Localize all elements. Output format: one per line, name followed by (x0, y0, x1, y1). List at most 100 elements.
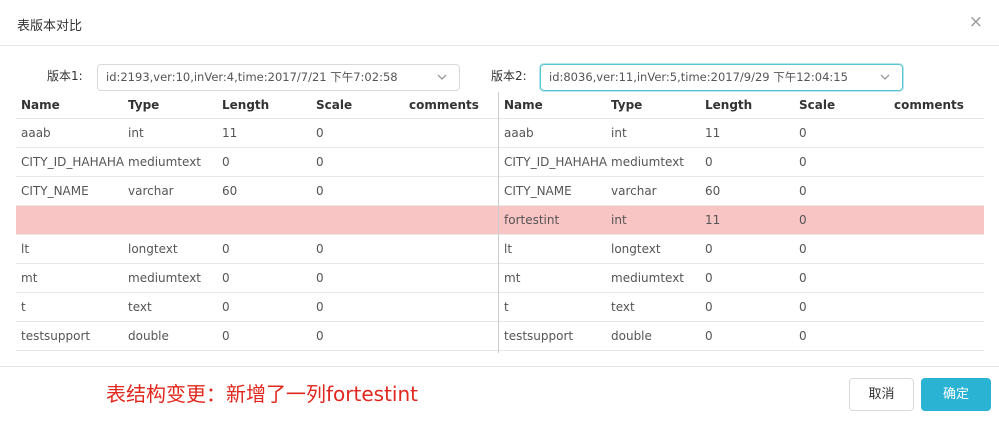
column-header-length: Length (222, 98, 270, 112)
column-header-type: Type (611, 98, 643, 112)
cell-scale: 0 (799, 184, 807, 198)
cell-scale: 0 (799, 126, 807, 140)
table-row (16, 206, 498, 235)
chevron-down-icon (880, 65, 892, 90)
cell-length: 0 (222, 242, 230, 256)
cell-name: aaab (21, 126, 51, 140)
cell-type: int (611, 126, 627, 140)
table-row: testsupport double 0 0 (16, 322, 498, 351)
cancel-button[interactable]: 取消 (849, 378, 914, 411)
cell-name: CITY_NAME (21, 184, 89, 198)
cell-name: mt (504, 271, 521, 285)
version-compare-dialog: 表版本对比 × 版本1: id:2193,ver:10,inVer:4,time… (0, 0, 999, 421)
cell-scale: 0 (799, 300, 807, 314)
cell-type: int (611, 213, 627, 227)
table-row: fortestint int 11 0 (499, 206, 984, 235)
table-row: aaab int 11 0 (499, 119, 984, 148)
cell-scale: 0 (316, 184, 324, 198)
cell-name: fortestint (504, 213, 560, 227)
cell-scale: 0 (799, 155, 807, 169)
cell-type: text (128, 300, 152, 314)
cell-length: 11 (705, 126, 721, 140)
cell-length: 0 (705, 155, 713, 169)
cell-type: int (128, 126, 144, 140)
table-row: t text 0 0 (499, 293, 984, 322)
cell-scale: 0 (316, 155, 324, 169)
dialog-title: 表版本对比 (17, 19, 83, 34)
cell-type: mediumtext (611, 155, 685, 169)
right-version-table: Name Type Length Scale comments aaab int 11 0 CIT… (499, 92, 984, 351)
table-row: mt mediumtext 0 0 (499, 264, 984, 293)
cell-scale: 0 (799, 271, 807, 285)
cell-length: 60 (222, 184, 238, 198)
cell-scale: 0 (316, 242, 324, 256)
close-icon[interactable]: × (969, 12, 983, 32)
cell-scale: 0 (316, 271, 324, 285)
cell-type: varchar (611, 184, 657, 198)
table-row: lt longtext 0 0 (16, 235, 498, 264)
cell-type: mediumtext (611, 271, 685, 285)
cell-scale: 0 (316, 126, 324, 140)
cell-length: 0 (222, 300, 230, 314)
cell-type: double (128, 329, 169, 343)
cell-length: 11 (705, 213, 721, 227)
cell-scale: 0 (316, 300, 324, 314)
table-row: CITY_NAME varchar 60 0 (16, 177, 498, 206)
column-header-comments: comments (409, 98, 479, 112)
cell-name: aaab (504, 126, 534, 140)
column-header-type: Type (128, 98, 160, 112)
cell-scale: 0 (316, 329, 324, 343)
version1-select[interactable]: id:2193,ver:10,inVer:4,time:2017/7/21 下午… (97, 64, 460, 91)
table-row: testsupport double 0 0 (499, 322, 984, 351)
cell-scale: 0 (799, 242, 807, 256)
cell-type: text (611, 300, 635, 314)
version1-select-value: id:2193,ver:10,inVer:4,time:2017/7/21 下午… (106, 70, 398, 84)
cell-length: 0 (222, 155, 230, 169)
cell-length: 11 (222, 126, 238, 140)
cell-type: longtext (128, 242, 178, 256)
cell-name: CITY_ID_HAHAHA (504, 155, 608, 169)
table-row: mt mediumtext 0 0 (16, 264, 498, 293)
cell-name: testsupport (504, 329, 574, 343)
cell-length: 0 (705, 271, 713, 285)
table-row: CITY_ID_HAHAHA mediumtext 0 0 (499, 148, 984, 177)
table-header-row: Name Type Length Scale comments (499, 92, 984, 119)
cell-type: mediumtext (128, 271, 202, 285)
cell-name: CITY_ID_HAHAHA (21, 155, 125, 169)
cell-type: double (611, 329, 652, 343)
cell-name: mt (21, 271, 38, 285)
version2-select[interactable]: id:8036,ver:11,inVer:5,time:2017/9/29 下午… (540, 64, 903, 91)
cell-length: 0 (222, 329, 230, 343)
cell-scale: 0 (799, 329, 807, 343)
cell-length: 60 (705, 184, 721, 198)
column-header-scale: Scale (799, 98, 836, 112)
column-header-length: Length (705, 98, 753, 112)
table-row: CITY_NAME varchar 60 0 (499, 177, 984, 206)
cell-length: 0 (705, 329, 713, 343)
dialog-header: 表版本对比 × (0, 0, 999, 46)
column-header-scale: Scale (316, 98, 353, 112)
cell-scale: 0 (799, 213, 807, 227)
version1-label: 版本1: (47, 69, 83, 83)
table-row: aaab int 11 0 (16, 119, 498, 148)
cell-name: CITY_NAME (504, 184, 572, 198)
column-header-comments: comments (894, 98, 964, 112)
ok-button[interactable]: 确定 (921, 378, 991, 411)
cell-name: testsupport (21, 329, 91, 343)
cell-type: longtext (611, 242, 661, 256)
column-header-name: Name (504, 98, 543, 112)
cell-name: lt (504, 242, 513, 256)
cell-name: lt (21, 242, 30, 256)
table-header-row: Name Type Length Scale comments (16, 92, 498, 119)
left-version-table: Name Type Length Scale comments aaab int 11 0 CIT… (16, 92, 498, 351)
chevron-down-icon (437, 65, 449, 90)
cell-length: 0 (222, 271, 230, 285)
cell-length: 0 (705, 242, 713, 256)
cell-length: 0 (705, 300, 713, 314)
version2-select-value: id:8036,ver:11,inVer:5,time:2017/9/29 下午… (549, 70, 848, 84)
table-row: lt longtext 0 0 (499, 235, 984, 264)
table-row: t text 0 0 (16, 293, 498, 322)
table-row: CITY_ID_HAHAHA mediumtext 0 0 (16, 148, 498, 177)
cell-name: t (504, 300, 509, 314)
change-note: 表结构变更：新增了一列fortestint (106, 382, 418, 406)
